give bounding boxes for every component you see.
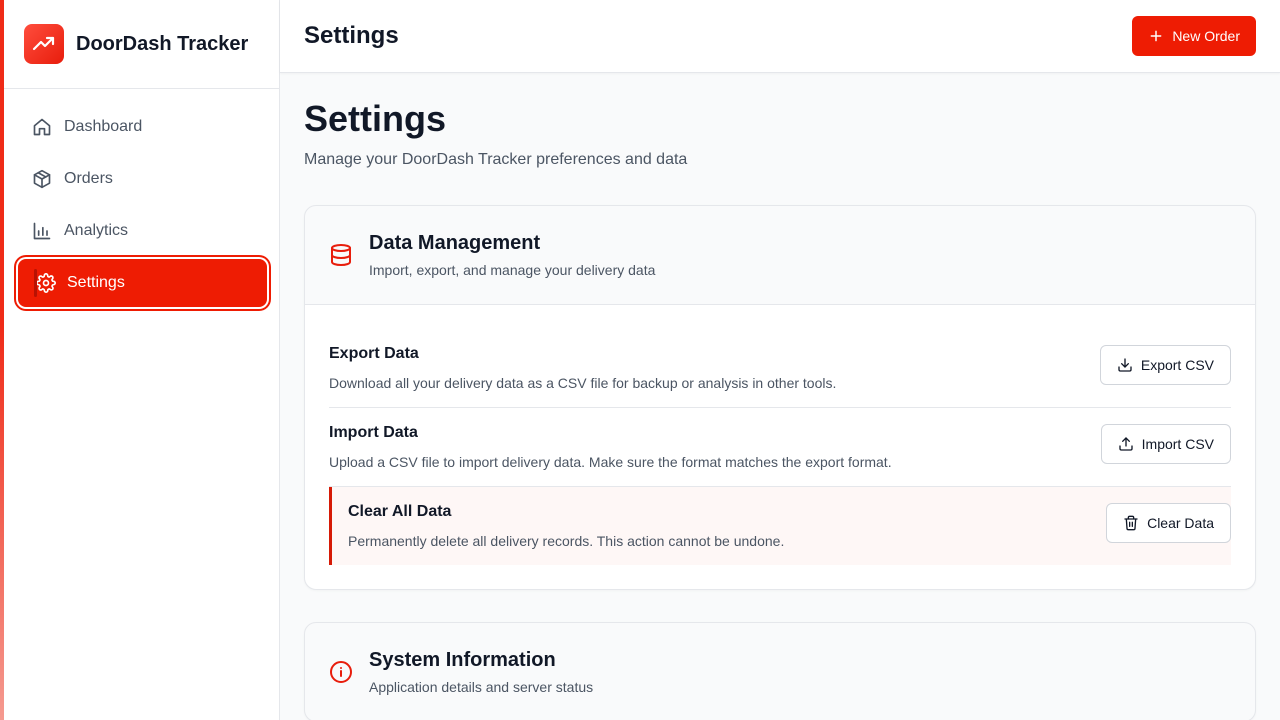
data-management-card: Data Management Import, export, and mana…	[304, 205, 1256, 590]
main-content: Settings Manage your DoorDash Tracker pr…	[280, 73, 1280, 720]
import-csv-button[interactable]: Import CSV	[1100, 424, 1231, 464]
card-description: Application details and server status	[369, 679, 594, 695]
sidebar-item-label: Settings	[67, 274, 125, 291]
info-icon	[329, 660, 353, 684]
button-label: Clear Data	[1147, 515, 1214, 531]
row-description: Permanently delete all delivery records.…	[348, 533, 785, 549]
upload-icon	[1118, 436, 1134, 452]
row-description: Upload a CSV file to import delivery dat…	[329, 454, 892, 470]
download-icon	[1117, 357, 1133, 373]
row-title: Import Data	[329, 424, 418, 441]
page-title: Settings	[304, 98, 447, 139]
button-label: Export CSV	[1140, 357, 1214, 373]
row-title: Export Data	[329, 345, 419, 362]
sidebar-item-settings[interactable]: Settings	[18, 259, 267, 307]
sidebar-item-label: Analytics	[64, 222, 129, 239]
sidebar-nav: Dashboard Orders Analytics Settings	[4, 89, 279, 307]
row-description: Download all your delivery data as a CSV…	[329, 375, 837, 391]
gear-icon	[36, 273, 56, 293]
card-title: System Information	[369, 649, 556, 671]
sidebar-item-label: Dashboard	[64, 118, 143, 135]
row-title: Clear All Data	[348, 503, 452, 520]
sidebar-item-label: Orders	[64, 170, 113, 187]
trending-up-icon	[24, 24, 64, 64]
button-label: Import CSV	[1141, 436, 1214, 452]
header-title: Settings	[304, 22, 399, 49]
system-information-card: System Information Application details a…	[304, 622, 1256, 720]
sidebar-item-dashboard[interactable]: Dashboard	[18, 103, 267, 151]
active-indicator	[34, 269, 37, 297]
new-order-button[interactable]: New Order	[1132, 16, 1256, 56]
home-icon	[32, 117, 52, 137]
sidebar-item-analytics[interactable]: Analytics	[18, 207, 267, 255]
new-order-label: New Order	[1172, 28, 1240, 44]
export-csv-button[interactable]: Export CSV	[1099, 345, 1231, 385]
page-subtitle: Manage your DoorDash Tracker preferences…	[304, 151, 688, 168]
card-header: System Information Application details a…	[305, 623, 1255, 720]
plus-icon	[1148, 28, 1164, 44]
card-header: Data Management Import, export, and mana…	[305, 206, 1255, 305]
sidebar-item-orders[interactable]: Orders	[18, 155, 267, 203]
trash-icon	[1123, 515, 1139, 531]
package-icon	[32, 169, 52, 189]
export-data-row: Export Data Download all your delivery d…	[329, 329, 1231, 408]
clear-data-row: Clear All Data Permanently delete all de…	[329, 487, 1231, 565]
database-icon	[329, 243, 353, 267]
card-description: Import, export, and manage your delivery…	[369, 262, 656, 278]
clear-data-button[interactable]: Clear Data	[1106, 503, 1231, 543]
brand-title: DoorDash Tracker	[76, 32, 249, 55]
card-body: Export Data Download all your delivery d…	[305, 305, 1255, 589]
import-data-row: Import Data Upload a CSV file to import …	[329, 408, 1231, 487]
card-title: Data Management	[369, 232, 541, 254]
bar-chart-icon	[32, 221, 52, 241]
top-bar: Settings New Order	[280, 0, 1280, 73]
brand: DoorDash Tracker	[4, 0, 279, 89]
sidebar: DoorDash Tracker Dashboard Orders Analyt…	[4, 0, 280, 720]
